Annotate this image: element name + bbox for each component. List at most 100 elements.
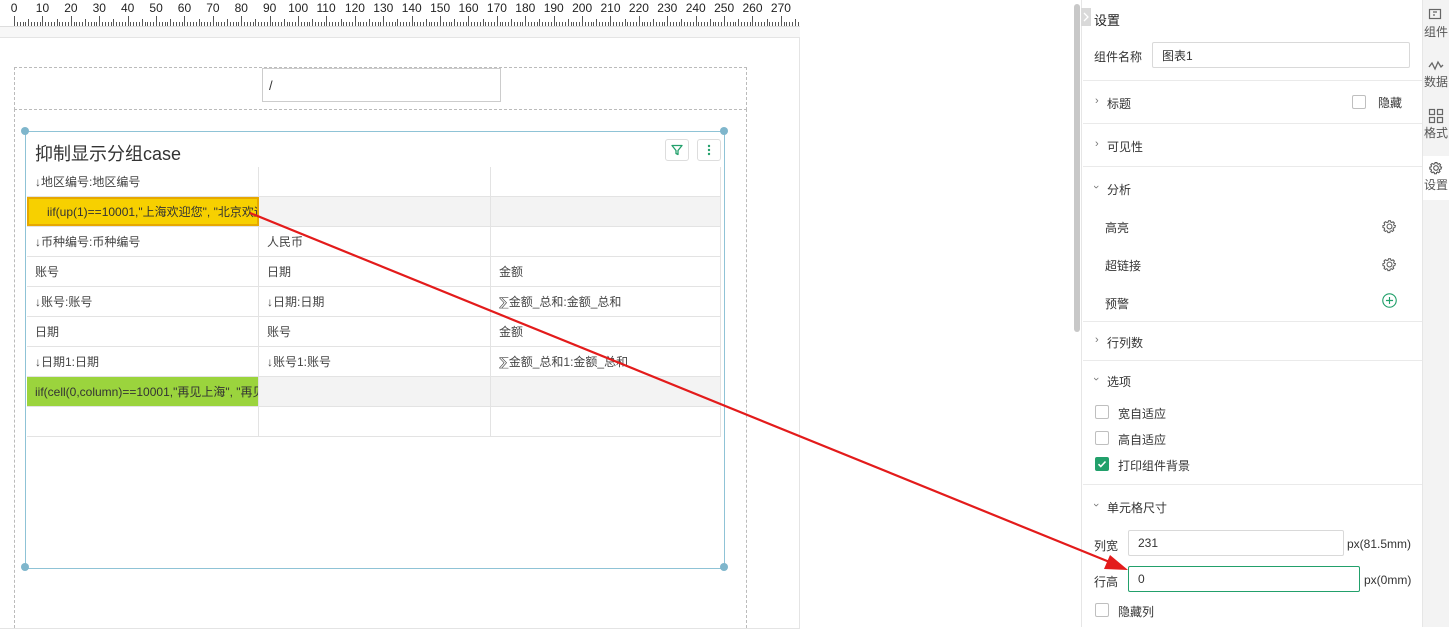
resize-handle-top-left[interactable] bbox=[21, 127, 29, 135]
table-cell[interactable] bbox=[259, 167, 491, 196]
table-cell[interactable]: iif(up(1)==10001,"上海欢迎您", "北京欢迎您") bbox=[27, 197, 259, 226]
table-row[interactable]: ↓地区编号:地区编号 bbox=[27, 167, 721, 197]
ruler-tick bbox=[136, 22, 138, 26]
table-cell[interactable]: 金额 bbox=[491, 317, 721, 346]
ruler-tick bbox=[653, 19, 654, 26]
table-cell[interactable] bbox=[491, 407, 721, 436]
table-cell[interactable]: ⅀金额_总和1:金额_总和 bbox=[491, 347, 721, 376]
table-cell[interactable]: 日期 bbox=[27, 317, 259, 346]
table-row[interactable] bbox=[27, 407, 721, 437]
table-cell[interactable]: 人民币 bbox=[259, 227, 491, 256]
table-row[interactable]: 日期 账号 金额 bbox=[27, 317, 721, 347]
table-cell[interactable]: ↓地区编号:地区编号 bbox=[27, 167, 259, 196]
ruler-tick bbox=[286, 22, 288, 26]
row-height-input[interactable]: 0 bbox=[1128, 566, 1360, 592]
ruler-tick bbox=[570, 22, 572, 26]
add-circle-icon[interactable] bbox=[1381, 292, 1398, 309]
options-section-label[interactable]: 选项 bbox=[1107, 373, 1131, 390]
ruler-tick bbox=[738, 19, 740, 26]
ruler-tick bbox=[113, 19, 115, 26]
ruler-tick bbox=[56, 19, 58, 26]
ruler-label: 60 bbox=[177, 1, 192, 15]
table-cell[interactable] bbox=[259, 377, 491, 406]
ruler-tick bbox=[164, 22, 166, 26]
ruler-tick bbox=[658, 22, 660, 26]
ruler-label: 230 bbox=[657, 1, 678, 15]
ruler-tick bbox=[366, 22, 368, 26]
ruler-tick bbox=[386, 22, 388, 26]
table-row[interactable]: 账号 日期 金额 bbox=[27, 257, 721, 287]
resize-handle-bottom-left[interactable] bbox=[21, 563, 29, 571]
table-cell[interactable] bbox=[491, 227, 721, 256]
table-cell[interactable]: ↓账号1:账号 bbox=[259, 347, 491, 376]
table-cell[interactable]: 金额 bbox=[491, 257, 721, 286]
tab-format[interactable]: 格式 bbox=[1423, 108, 1449, 148]
ruler-label: 120 bbox=[344, 1, 365, 15]
print-background-checkbox[interactable] bbox=[1095, 457, 1109, 471]
table-row[interactable]: ↓账号:账号 ↓日期:日期 ⅀金额_总和:金额_总和 bbox=[27, 287, 721, 317]
hide-title-checkbox[interactable] bbox=[1352, 95, 1366, 109]
canvas-scrollbar[interactable] bbox=[1074, 4, 1080, 332]
component-name-label: 组件名称 bbox=[1094, 50, 1143, 64]
title-section[interactable] bbox=[1083, 80, 1422, 124]
table-cell[interactable]: ↓日期1:日期 bbox=[27, 347, 259, 376]
ruler-tick bbox=[530, 22, 532, 26]
ruler-tick bbox=[576, 22, 578, 26]
table-cell[interactable]: 账号 bbox=[27, 257, 259, 286]
collapse-panel-toggle[interactable] bbox=[1081, 8, 1091, 26]
table-row[interactable]: iif(cell(0,column)==10001,"再见上海", "再见北京"… bbox=[27, 377, 721, 407]
tab-settings[interactable]: 设置 bbox=[1423, 156, 1449, 200]
ruler-label: 210 bbox=[600, 1, 621, 15]
table-cell[interactable] bbox=[259, 407, 491, 436]
filter-button[interactable] bbox=[665, 139, 689, 161]
ruler-tick bbox=[329, 22, 331, 26]
table-cell[interactable] bbox=[491, 167, 721, 196]
ruler-tick bbox=[218, 22, 220, 26]
tab-data[interactable]: 数据 bbox=[1423, 60, 1449, 100]
ruler-tick bbox=[107, 22, 109, 26]
ruler-tick bbox=[209, 22, 211, 26]
table-cell[interactable]: ↓日期:日期 bbox=[259, 287, 491, 316]
table-row[interactable]: ↓日期1:日期 ↓账号1:账号 ⅀金额_总和1:金额_总和 bbox=[27, 347, 721, 377]
ruler-tick bbox=[718, 22, 720, 26]
chevron-down-icon[interactable]: › bbox=[1090, 185, 1102, 189]
page-number-textbox[interactable] bbox=[262, 68, 501, 102]
more-menu-button[interactable] bbox=[697, 139, 721, 161]
table-cell[interactable] bbox=[491, 197, 721, 226]
table-cell[interactable]: ↓币种编号:币种编号 bbox=[27, 227, 259, 256]
ruler-tick bbox=[147, 22, 149, 26]
horizontal-ruler: 0 10 20 30 40 50 60 70 80 90 100 110 120 130 140 150 160… bbox=[0, 0, 800, 27]
table-cell[interactable] bbox=[27, 407, 259, 436]
gear-icon[interactable] bbox=[1381, 218, 1398, 235]
table-cell[interactable]: iif(cell(0,column)==10001,"再见上海", "再见北京"… bbox=[27, 377, 259, 406]
resize-handle-bottom-right[interactable] bbox=[720, 563, 728, 571]
table-cell[interactable]: 账号 bbox=[259, 317, 491, 346]
ruler-tick bbox=[635, 22, 637, 26]
table-cell[interactable] bbox=[491, 377, 721, 406]
chevron-down-icon[interactable]: › bbox=[1090, 377, 1102, 381]
tab-component[interactable]: 组件 bbox=[1423, 8, 1449, 48]
ruler-tick bbox=[454, 19, 456, 26]
ruler-tick bbox=[448, 22, 450, 26]
table-row[interactable]: ↓币种编号:币种编号 人民币 bbox=[27, 227, 721, 257]
table-cell[interactable] bbox=[259, 197, 491, 226]
ruler-label: 10 bbox=[35, 1, 50, 15]
hide-column-checkbox[interactable] bbox=[1095, 603, 1109, 617]
analysis-section-label[interactable]: 分析 bbox=[1107, 181, 1131, 198]
ruler-tick bbox=[457, 22, 459, 26]
ruler-tick bbox=[715, 22, 717, 26]
column-width-input[interactable]: 231 bbox=[1128, 530, 1344, 556]
gear-icon[interactable] bbox=[1381, 256, 1398, 273]
table-cell[interactable]: ⅀金额_总和:金额_总和 bbox=[491, 287, 721, 316]
auto-height-checkbox[interactable] bbox=[1095, 431, 1109, 445]
table-cell[interactable]: ↓账号:账号 bbox=[27, 287, 259, 316]
resize-handle-top-right[interactable] bbox=[720, 127, 728, 135]
chevron-down-icon[interactable]: › bbox=[1090, 503, 1102, 507]
ruler-tick bbox=[397, 19, 399, 26]
table-cell[interactable]: 日期 bbox=[259, 257, 491, 286]
component-name-input[interactable]: 图表1 bbox=[1152, 42, 1410, 68]
table-row[interactable]: iif(up(1)==10001,"上海欢迎您", "北京欢迎您") bbox=[27, 197, 721, 227]
ruler-tick bbox=[346, 22, 348, 26]
auto-width-checkbox[interactable] bbox=[1095, 405, 1109, 419]
cell-size-section-label[interactable]: 单元格尺寸 bbox=[1107, 499, 1167, 516]
